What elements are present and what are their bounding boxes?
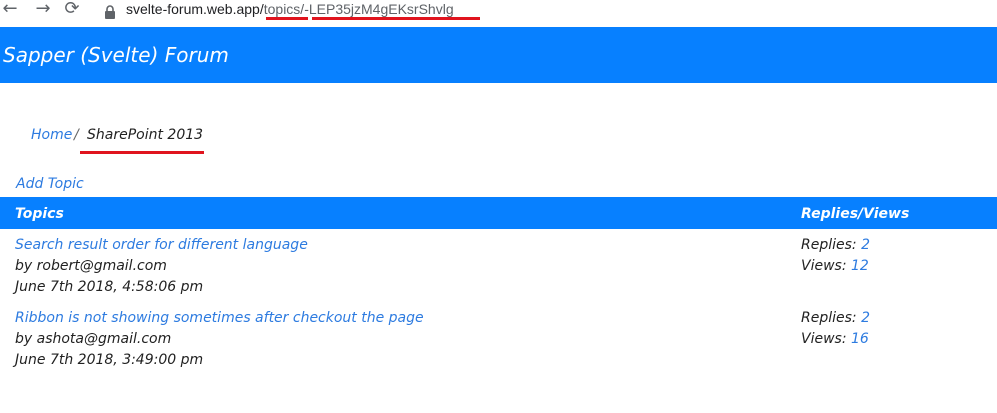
topic-title-link[interactable]: Search result order for different langua… [15,236,308,254]
url-host: svelte-forum.web.app/ [126,1,264,17]
breadcrumb-highlight [80,151,204,154]
breadcrumb-separator: / [74,127,79,143]
url-path: topics/ [263,1,305,17]
views-count: Views: 16 [801,330,869,348]
topics-table-header: Topics Replies/Views [0,197,997,229]
views-value-link[interactable]: 12 [851,258,869,274]
brand-title[interactable]: Sapper (Svelte) Forum [3,43,229,67]
views-label: Views: [801,258,847,274]
url-id-highlight [312,17,480,20]
column-header-topics: Topics [15,206,64,222]
replies-label: Replies: [801,310,857,326]
breadcrumb-home-link[interactable]: Home [31,126,72,144]
views-value-link[interactable]: 16 [851,331,869,347]
topic-author: by ashota@gmail.com [15,331,172,347]
replies-value-link[interactable]: 2 [861,237,870,253]
column-header-replies-views: Replies/Views [801,206,910,222]
app-header: Sapper (Svelte) Forum [0,27,997,83]
lock-icon [104,4,116,23]
address-bar[interactable]: svelte-forum.web.app/topics/-LEP35jzM4gE… [126,0,454,18]
back-arrow-icon[interactable]: ← [0,0,20,20]
replies-count: Replies: 2 [801,309,870,327]
topic-date: June 7th 2018, 3:49:00 pm [15,352,204,368]
topic-author: by robert@gmail.com [15,258,167,274]
browser-toolbar: ← → ⟳ svelte-forum.web.app/topics/-LEP35… [0,0,997,26]
topic-title-link[interactable]: Ribbon is not showing sometimes after ch… [15,309,424,327]
forward-arrow-icon[interactable]: → [33,0,53,20]
views-label: Views: [801,331,847,347]
add-topic-link[interactable]: Add Topic [16,175,84,193]
url-path-highlight [266,17,308,20]
views-count: Views: 12 [801,257,869,275]
topic-date: June 7th 2018, 4:58:06 pm [15,279,204,295]
breadcrumb-current: SharePoint 2013 [87,127,204,143]
replies-count: Replies: 2 [801,236,870,254]
url-id: -LEP35jzM4gEKsrShvlg [304,1,454,17]
replies-value-link[interactable]: 2 [861,310,870,326]
reload-icon[interactable]: ⟳ [62,0,82,20]
replies-label: Replies: [801,237,857,253]
